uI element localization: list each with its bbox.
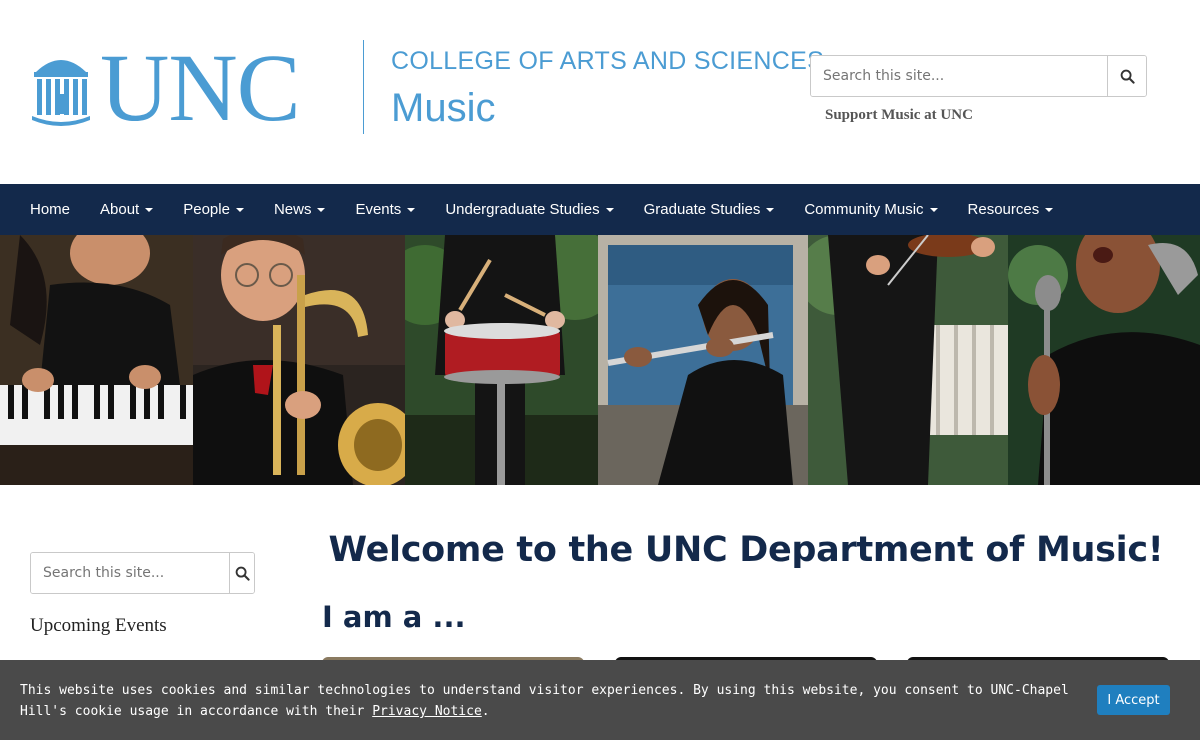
nav-events[interactable]: Events — [340, 184, 430, 235]
header-search-button[interactable] — [1107, 56, 1146, 96]
cookie-text: This website uses cookies and similar te… — [20, 683, 1069, 719]
nav-news[interactable]: News — [259, 184, 341, 235]
nav-label: Community Music — [804, 201, 924, 218]
nav-home[interactable]: Home — [15, 184, 85, 235]
nav-about[interactable]: About — [85, 184, 168, 235]
nav-label: News — [273, 201, 312, 218]
page: UNC COLLEGE OF ARTS AND SCIENCES Music S… — [0, 0, 1200, 740]
header-search-input[interactable] — [811, 56, 1107, 96]
header-search — [810, 55, 1147, 97]
nav-community-music[interactable]: Community Music — [789, 184, 952, 235]
hero-photo-violinist — [808, 235, 1008, 485]
sidebar: Upcoming Events — [30, 552, 255, 637]
support-music-link[interactable]: Support Music at UNC — [825, 107, 973, 124]
hero-photo-drummer — [405, 235, 598, 485]
nav-label: Resources — [967, 201, 1040, 218]
caret-down-icon — [605, 207, 614, 212]
hero-photo-singer — [1008, 235, 1200, 485]
unc-logo[interactable]: UNC — [30, 34, 301, 141]
nav-label: Events — [355, 201, 402, 218]
nav-people[interactable]: People — [168, 184, 259, 235]
nav-undergraduate-studies[interactable]: Undergraduate Studies — [430, 184, 628, 235]
accept-cookies-button[interactable]: I Accept — [1097, 685, 1170, 715]
welcome-heading: Welcome to the UNC Department of Music! — [328, 530, 1164, 570]
nav-label: About — [100, 201, 140, 218]
privacy-notice-link[interactable]: Privacy Notice — [372, 704, 482, 719]
unc-wordmark: UNC — [100, 34, 301, 141]
sidebar-search-button[interactable] — [229, 553, 254, 593]
hero-photo-flutist — [598, 235, 808, 485]
upcoming-events-heading: Upcoming Events — [30, 615, 167, 636]
hero-photo-trombonist — [193, 235, 405, 485]
caret-down-icon — [1045, 207, 1054, 212]
nav-label: Graduate Studies — [643, 201, 761, 218]
old-well-icon — [32, 60, 90, 126]
site-header: UNC COLLEGE OF ARTS AND SCIENCES Music S… — [0, 0, 1200, 184]
cookie-banner: This website uses cookies and similar te… — [0, 660, 1200, 740]
caret-down-icon — [145, 207, 154, 212]
main-nav: Home About People News Events Undergradu… — [0, 184, 1200, 235]
i-am-a-heading: I am a ... — [322, 600, 466, 634]
sidebar-search — [30, 552, 255, 594]
nav-label: Undergraduate Studies — [445, 201, 600, 218]
nav-resources[interactable]: Resources — [953, 184, 1069, 235]
search-icon — [1120, 69, 1135, 84]
caret-down-icon — [317, 207, 326, 212]
cookie-message: This website uses cookies and similar te… — [20, 680, 1080, 722]
nav-graduate-studies[interactable]: Graduate Studies — [629, 184, 790, 235]
hero-photo-pianist — [0, 235, 193, 485]
caret-down-icon — [766, 207, 775, 212]
college-name[interactable]: COLLEGE OF ARTS AND SCIENCES — [391, 47, 824, 76]
nav-label: Home — [30, 201, 71, 218]
hero-banner — [0, 235, 1200, 485]
logo-divider — [363, 40, 364, 134]
cookie-text-end: . — [481, 704, 490, 719]
caret-down-icon — [929, 207, 938, 212]
nav-label: People — [183, 201, 230, 218]
caret-down-icon — [235, 207, 244, 212]
sidebar-search-input[interactable] — [31, 553, 229, 593]
department-name[interactable]: Music — [391, 86, 495, 131]
search-icon — [235, 566, 250, 581]
caret-down-icon — [407, 207, 416, 212]
